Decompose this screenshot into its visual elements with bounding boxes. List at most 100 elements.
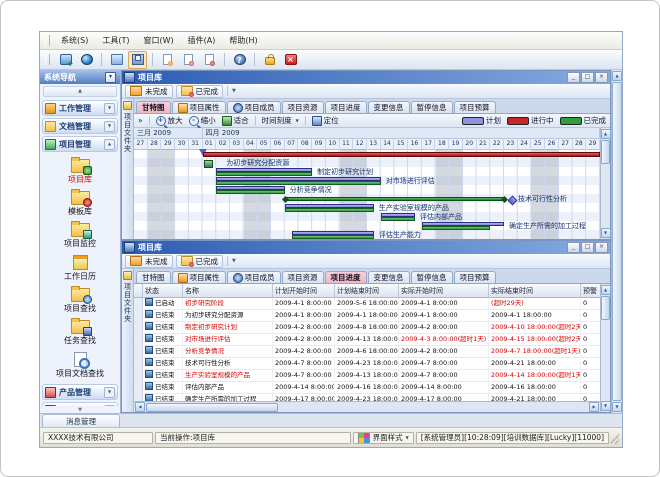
gantt-tab-pause-info[interactable]: 暂停信息	[411, 101, 453, 113]
table-row[interactable]: 已结束分析竞争情况2009-4-2 8:00:002009-4-6 18:00:…	[134, 346, 600, 358]
table-tab-pause-info[interactable]: 暂停信息	[411, 271, 453, 283]
doc-edit-button[interactable]	[179, 51, 198, 69]
scroll-thumb[interactable]	[601, 296, 610, 320]
gantt-done-bar[interactable]	[422, 226, 491, 230]
row-selector[interactable]	[134, 358, 143, 369]
row-selector[interactable]	[134, 346, 143, 357]
sidebar-collapse-button[interactable]: ▲	[43, 86, 117, 97]
row-selector[interactable]	[134, 382, 143, 393]
sidebar-section-process-mgmt[interactable]: 工艺管理▼	[42, 402, 118, 406]
gantt-chart[interactable]: 三月 2009四月 2009 2728293031010203040506070…	[134, 128, 600, 239]
minimize-button[interactable]: _	[567, 242, 580, 253]
filter-finished-button[interactable]: 已完成	[176, 255, 224, 268]
chevron-down-icon[interactable]: ▼	[104, 405, 115, 407]
column-header-3[interactable]: 计划开始时间	[273, 284, 335, 297]
table-vertical-scrollbar[interactable]: ▲ ▼	[600, 284, 610, 412]
sidebar-item-template-library[interactable]: 模板库	[40, 187, 120, 219]
scroll-thumb[interactable]	[601, 140, 610, 164]
close-button[interactable]: ×	[595, 242, 608, 253]
gantt-plan-bar[interactable]	[216, 177, 380, 181]
gantt-tab-project-props[interactable]: 项目属性	[172, 101, 226, 113]
resize-grip[interactable]	[611, 432, 619, 444]
more-tools-button[interactable]: »	[138, 116, 143, 125]
scroll-thumb[interactable]	[612, 82, 622, 401]
scroll-up-icon[interactable]: ▲	[601, 129, 611, 139]
maximize-button[interactable]: □	[581, 242, 594, 253]
sidebar-section-doc-mgmt[interactable]: 文档管理▼	[42, 118, 118, 134]
desktop-button[interactable]	[56, 51, 75, 69]
gantt-done-bar[interactable]	[292, 235, 374, 239]
filter-unfinished-button[interactable]: 未完成	[125, 85, 173, 98]
table-horizontal-scrollbar[interactable]: ◀ ▶	[134, 401, 600, 412]
chevron-down-icon[interactable]: ▼	[232, 258, 236, 264]
sidebar-item-project-monitor[interactable]: 项目监控	[40, 219, 120, 251]
table-row[interactable]: 已结束技术可行性分析2009-4-7 8:00:002009-4-23 18:0…	[134, 358, 600, 370]
scroll-down-icon[interactable]: ▼	[601, 401, 611, 411]
gantt-plan-bar[interactable]	[216, 168, 312, 172]
table-row[interactable]: 已结束制定初步研究计划2009-4-2 8:00:002009-4-8 18:0…	[134, 322, 600, 334]
gantt-done-bar[interactable]	[216, 181, 380, 185]
table-tab-project-budget[interactable]: 项目预算	[454, 271, 496, 283]
interface-style-button[interactable]: 界面样式 ▼	[353, 432, 414, 444]
maximize-button[interactable]: □	[581, 72, 594, 83]
doc-add-button[interactable]	[158, 51, 177, 69]
chevron-down-icon[interactable]: ▼	[104, 103, 115, 114]
gantt-vertical-scrollbar[interactable]: ▲ ▼	[600, 128, 610, 239]
sidebar-item-work-calendar[interactable]: 工作日历	[40, 251, 120, 284]
table-tab-change-info[interactable]: 变更信息	[368, 271, 410, 283]
menu-window[interactable]: 窗口(W)	[136, 34, 180, 47]
project-folder-side-tab[interactable]: 项目文件夹	[122, 99, 134, 239]
menu-system[interactable]: 系统(S)	[54, 34, 95, 47]
exit-button[interactable]: ×	[281, 51, 300, 69]
table-tab-gantt[interactable]: 甘特图	[136, 271, 171, 283]
gantt-tab-gantt[interactable]: 甘特图	[136, 101, 171, 113]
column-header-4[interactable]: 计划结束时间	[335, 284, 399, 297]
chevron-down-icon[interactable]: ▼	[104, 387, 115, 398]
globe-button[interactable]	[77, 51, 96, 69]
column-header-5[interactable]: 实际开始时间	[399, 284, 489, 297]
gantt-summary-bar[interactable]	[285, 197, 504, 201]
scroll-up-icon[interactable]: ▲	[601, 285, 611, 295]
scroll-up-icon[interactable]: ▲	[612, 71, 622, 81]
sidebar-section-project-mgmt[interactable]: 项目管理▲	[42, 136, 118, 152]
close-button[interactable]: ×	[595, 72, 608, 83]
minimize-button[interactable]: _	[567, 72, 580, 83]
gantt-tab-project-progress[interactable]: 项目进度	[325, 101, 367, 113]
gantt-done-bar[interactable]	[216, 190, 285, 194]
column-header-1[interactable]: 状态	[143, 284, 183, 297]
table-tab-project-members[interactable]: 项目成员	[227, 271, 281, 283]
gantt-plan-bar[interactable]	[285, 204, 374, 208]
menu-plugins[interactable]: 插件(A)	[181, 34, 223, 47]
locate-button[interactable]: 定位	[312, 115, 339, 126]
mdi-vertical-scrollbar[interactable]: ▲ ▼	[611, 70, 622, 413]
gantt-tab-project-resources[interactable]: 项目资源	[282, 101, 324, 113]
folder-open-button[interactable]	[107, 51, 126, 69]
gantt-plan-bar[interactable]	[216, 186, 285, 190]
row-selector[interactable]	[134, 334, 143, 345]
save-button[interactable]	[128, 51, 147, 69]
table-tab-project-resources[interactable]: 项目资源	[282, 271, 324, 283]
chevron-down-icon[interactable]: ▼	[104, 121, 115, 132]
lock-button[interactable]	[260, 51, 279, 69]
gantt-plan-bar[interactable]	[381, 213, 415, 217]
filter-unfinished-button[interactable]: 未完成	[125, 255, 173, 268]
menu-tools[interactable]: 工具(T)	[95, 34, 136, 47]
fit-button[interactable]: 适合	[222, 115, 249, 126]
chevron-down-icon[interactable]: ▼	[232, 88, 236, 94]
sidebar-item-task-search[interactable]: 任务查找	[40, 316, 120, 348]
timescale-dropdown[interactable]: 时间刻度	[262, 115, 299, 126]
table-row[interactable]: 已启动初步研究阶段2009-4-1 8:00:002009-5-6 18:00:…	[134, 298, 600, 310]
scroll-thumb[interactable]	[146, 403, 278, 412]
gantt-tab-project-budget[interactable]: 项目预算	[454, 101, 496, 113]
gantt-task-bar[interactable]	[203, 152, 600, 157]
zoom-out-button[interactable]: -缩小	[189, 115, 216, 126]
sidebar-item-project-search[interactable]: 项目查找	[40, 284, 120, 316]
gantt-tab-project-members[interactable]: 项目成员	[227, 101, 281, 113]
table-row[interactable]: 已结束对市场进行评估2009-4-2 8:00:002009-4-13 18:0…	[134, 334, 600, 346]
table-row[interactable]: 已结束确定生产所需的加工过程2009-4-17 8:00:002009-4-23…	[134, 394, 600, 401]
sidebar-item-project-doc-search[interactable]: 项目文档查找	[40, 348, 120, 381]
chevron-up-icon[interactable]: ▲	[104, 139, 115, 150]
row-selector[interactable]	[134, 394, 143, 401]
gantt-done-bar[interactable]	[381, 217, 415, 221]
sidebar-section-product-mgmt[interactable]: 产品管理▼	[42, 384, 118, 400]
